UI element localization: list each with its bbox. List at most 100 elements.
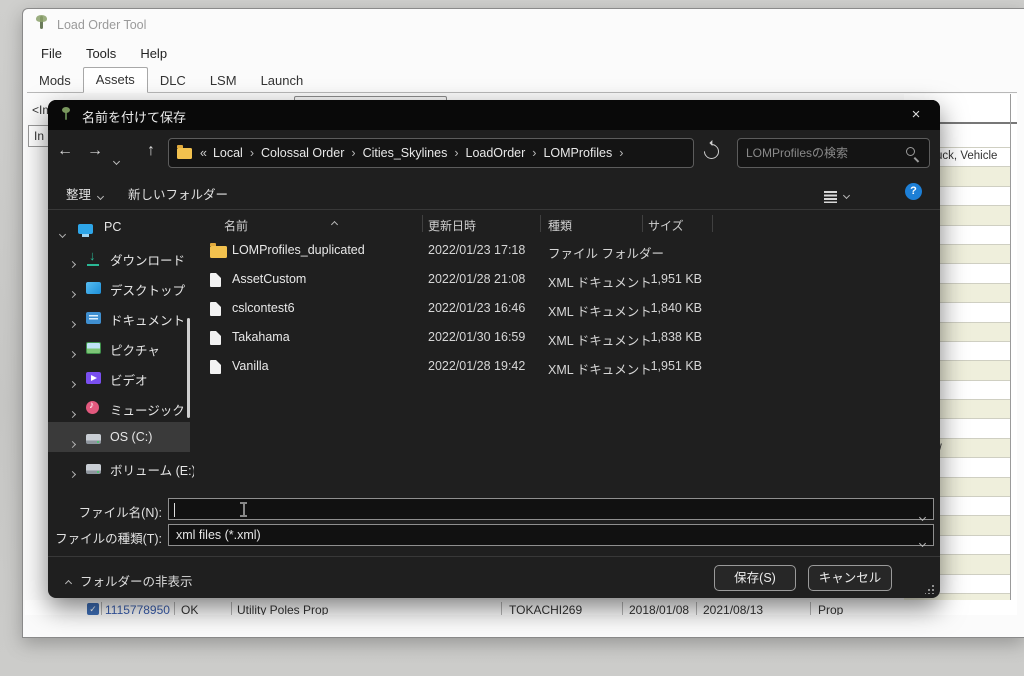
chevron-right-icon[interactable] <box>68 314 77 332</box>
breadcrumb-segment[interactable]: LoadOrder <box>466 146 526 160</box>
tab-launch[interactable]: Launch <box>249 69 316 93</box>
sidebar-item-drive[interactable]: ボリューム (E:) <box>48 452 194 482</box>
tab-mods[interactable]: Mods <box>27 69 83 93</box>
sidebar-item-documents[interactable]: ドキュメント <box>48 302 190 332</box>
file-icon <box>210 360 221 379</box>
hide-folders-button[interactable]: フォルダーの非表示 <box>64 571 193 590</box>
filetype-select[interactable]: xml files (*.xml) <box>168 524 934 548</box>
chevron-down-icon[interactable] <box>58 224 67 242</box>
chevron-down-icon <box>842 185 851 202</box>
close-icon[interactable]: × <box>904 104 928 126</box>
file-name: Vanilla <box>232 359 269 373</box>
dialog-titlebar[interactable]: 名前を付けて保存 × <box>48 100 940 130</box>
chevron-right-icon[interactable] <box>68 464 77 482</box>
cell-separator <box>101 602 102 615</box>
forward-button[interactable]: → <box>84 142 106 160</box>
column-header-name[interactable]: 名前 <box>224 217 248 234</box>
screen: Load Order Tool File Tools Help Mods Assets… <box>0 0 1024 676</box>
video-icon <box>86 372 101 384</box>
sidebar-item-video[interactable]: ビデオ <box>48 362 190 392</box>
chevron-right-icon[interactable] <box>68 374 77 392</box>
chevron-right-icon[interactable] <box>68 344 77 362</box>
filetype-value: xml files (*.xml) <box>176 528 261 542</box>
cancel-button[interactable]: キャンセル <box>808 565 892 591</box>
tab-lsm[interactable]: LSM <box>198 69 249 93</box>
filename-row: ファイル名(N): <box>48 498 940 522</box>
file-name: Takahama <box>232 330 290 344</box>
refresh-icon[interactable] <box>700 140 723 163</box>
sidebar-item-download[interactable]: ダウンロード <box>48 242 190 272</box>
assets-table-bottom-row[interactable]: ✓ 1115778950 OK Utility Poles Prop TOKACHI2… <box>25 600 1017 615</box>
up-button[interactable]: ↑ <box>140 142 162 160</box>
filename-label: ファイル名(N): <box>78 506 162 520</box>
asset-id-link[interactable]: 1115778950 <box>105 603 170 615</box>
file-date: 2022/01/23 17:18 <box>428 243 526 257</box>
view-mode-button[interactable] <box>824 185 854 203</box>
chevron-down-icon[interactable] <box>918 507 927 525</box>
app-title: Load Order Tool <box>57 18 147 32</box>
file-row[interactable]: LOMProfiles_duplicated 2022/01/23 17:18 ファ… <box>196 236 936 265</box>
filename-field[interactable] <box>168 498 934 522</box>
new-folder-button[interactable]: 新しいフォルダー <box>128 184 228 203</box>
breadcrumb-segment[interactable]: Cities_Skylines <box>363 146 448 160</box>
column-header-type[interactable]: 種類 <box>548 217 572 234</box>
address-bar[interactable]: « Local › Colossal Order › Cities_Skylines › L… <box>168 138 694 168</box>
chevron-right-icon[interactable] <box>68 404 77 422</box>
save-button[interactable]: 保存(S) <box>714 565 796 591</box>
chevron-down-icon <box>112 157 121 166</box>
table-cell: Prop <box>818 603 844 615</box>
menu-item-help[interactable]: Help <box>130 43 177 67</box>
tab-dlc[interactable]: DLC <box>148 69 198 93</box>
table-cell: OK <box>181 603 199 615</box>
tabbar: Mods Assets DLC LSM Launch <box>27 67 1017 93</box>
file-list-header: 名前 更新日時 種類 サイズ <box>196 212 936 236</box>
breadcrumb-segment[interactable]: Colossal Order <box>261 146 344 160</box>
organize-button[interactable]: 整理 <box>66 184 105 203</box>
menu-item-file[interactable]: File <box>31 43 72 67</box>
menu-item-tools[interactable]: Tools <box>76 43 126 67</box>
file-row[interactable]: Takahama 2022/01/30 16:59 XML ドキュメント 1,838 … <box>196 323 936 352</box>
sidebar-item-music[interactable]: ミュージック <box>48 392 190 422</box>
search-icon <box>906 147 915 156</box>
chevron-right-icon[interactable] <box>68 254 77 272</box>
file-name: cslcontest6 <box>232 301 295 315</box>
file-size: 1,840 KB <box>650 301 702 315</box>
search-box[interactable] <box>737 138 930 168</box>
sidebar-item-label: デスクトップ <box>110 284 186 298</box>
help-icon[interactable]: ? <box>905 183 922 200</box>
breadcrumb-separator: › <box>454 146 459 160</box>
column-header-size[interactable]: サイズ <box>648 217 684 234</box>
sidebar-item-desktop[interactable]: デスクトップ <box>48 272 190 302</box>
search-input[interactable] <box>746 143 896 163</box>
file-row[interactable]: AssetCustom 2022/01/28 21:08 XML ドキュメント 1,9… <box>196 265 936 294</box>
chevron-right-icon[interactable] <box>68 284 77 302</box>
file-row[interactable]: cslcontest6 2022/01/23 16:46 XML ドキュメント 1,8… <box>196 294 936 323</box>
sidebar-scrollbar[interactable] <box>187 318 190 418</box>
filetype-row: ファイルの種類(T): xml files (*.xml) <box>48 524 940 548</box>
cell-separator <box>696 602 697 615</box>
tab-assets[interactable]: Assets <box>82 67 148 93</box>
chevron-up-icon <box>64 575 73 589</box>
breadcrumb-segment[interactable]: LOMProfiles <box>543 146 612 160</box>
breadcrumb-overflow[interactable]: « <box>200 146 207 160</box>
row-checkbox[interactable]: ✓ <box>87 603 99 615</box>
sidebar-item-drive[interactable]: OS (C:) <box>48 422 190 452</box>
sidebar-item-pc-monitor[interactable]: PC <box>48 212 190 242</box>
file-row[interactable]: Vanilla 2022/01/28 19:42 XML ドキュメント 1,951 K… <box>196 352 936 381</box>
breadcrumb: Local › Colossal Order › Cities_Skylines › Loa… <box>213 146 630 160</box>
back-button[interactable]: ← <box>54 142 76 160</box>
file-size: 1,951 KB <box>650 359 702 373</box>
cell-separator <box>174 602 175 615</box>
resize-grip[interactable] <box>925 585 934 594</box>
breadcrumb-segment[interactable]: Local <box>213 146 243 160</box>
recent-locations-button[interactable] <box>112 151 121 169</box>
chevron-right-icon[interactable] <box>68 434 77 452</box>
chevron-down-icon[interactable] <box>918 533 927 551</box>
column-header-date[interactable]: 更新日時 <box>428 217 476 234</box>
filename-input[interactable] <box>173 500 873 518</box>
sidebar-item-pictures[interactable]: ピクチャ <box>48 332 190 362</box>
pictures-icon <box>86 342 101 354</box>
sort-ascending-icon <box>330 214 339 232</box>
dialog-app-icon <box>61 107 71 122</box>
file-size: 1,951 KB <box>650 272 702 286</box>
